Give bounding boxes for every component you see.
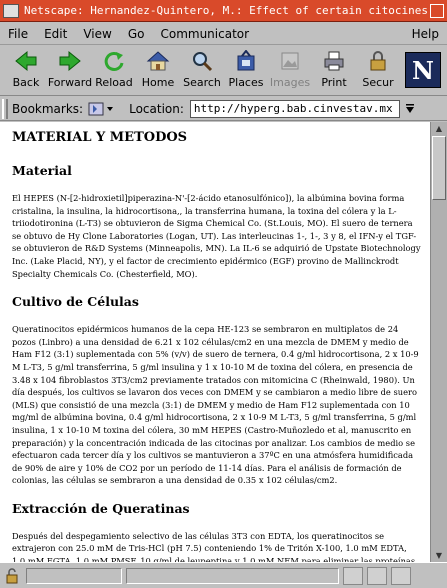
menu-bar: File Edit View Go Communicator Help [0,23,447,45]
minimize-button[interactable] [430,3,444,18]
menu-edit[interactable]: Edit [36,27,75,41]
progress-field [26,567,122,584]
netscape-logo[interactable]: N [405,52,441,88]
places-button[interactable]: Places [224,46,268,94]
navigation-toolbar: Back Forward Reload Home Search Places I… [0,46,447,96]
menu-communicator[interactable]: Communicator [152,27,257,41]
print-icon [321,49,347,73]
forward-button[interactable]: Forward [48,46,92,94]
menu-go[interactable]: Go [120,27,153,41]
menu-file[interactable]: File [0,27,36,41]
reload-icon [101,49,127,73]
bookmarks-label: Bookmarks: [12,101,84,116]
search-button[interactable]: Search [180,46,224,94]
component-dock [343,566,443,586]
toolbar-grip[interactable] [2,98,8,119]
location-bar: Bookmarks: Location: http://hyperg.bab.c… [0,97,447,121]
bookmarks-button[interactable] [87,100,119,118]
section-title: Cultivo de Células [12,294,139,310]
search-icon [189,49,215,73]
scroll-up-icon[interactable]: ▲ [432,122,446,135]
window-title: Netscape: Hernandez-Quintero, M.: Effect… [24,3,430,17]
security-lock-icon[interactable] [4,567,22,584]
page-content: MATERIAL Y METODOS Material El HEPES (N-… [0,122,430,562]
security-button[interactable]: Secur [356,46,400,94]
back-button[interactable]: Back [4,46,48,94]
chevron-down-icon [405,103,414,113]
composer-dock-icon[interactable] [391,566,411,585]
menu-view[interactable]: View [75,27,119,41]
images-label: Images [269,76,311,89]
window-titlebar[interactable]: Netscape: Hernandez-Quintero, M.: Effect… [0,0,447,22]
url-input[interactable]: http://hyperg.bab.cinvestav.mx [189,99,400,118]
url-dropdown-button[interactable] [402,100,418,118]
places-label: Places [228,76,264,89]
search-label: Search [183,76,221,89]
forward-label: Forward [47,76,93,89]
status-bar [0,562,447,588]
bookmark-icon [88,102,114,115]
images-button[interactable]: Images [268,46,312,94]
security-label: Secur [362,76,394,89]
section-paragraph: Queratinocitos epidérmicos humanos de la… [12,324,419,486]
page-heading: MATERIAL Y METODOS [12,130,188,145]
images-icon [277,49,303,73]
menu-help[interactable]: Help [404,27,447,41]
security-icon [365,49,391,73]
back-label: Back [12,76,40,89]
window-menu-button[interactable] [3,3,19,18]
places-icon [233,49,259,73]
back-arrow-icon [13,49,39,73]
section-paragraph: Después del despegamiento selectivo de l… [12,530,416,562]
home-icon [145,49,171,73]
reload-label: Reload [95,76,133,89]
vertical-scrollbar[interactable]: ▲ ▼ [430,122,447,562]
scrollbar-thumb[interactable] [432,136,446,200]
location-label: Location: [129,101,184,116]
print-label: Print [321,76,347,89]
mail-dock-icon[interactable] [367,566,387,585]
home-button[interactable]: Home [136,46,180,94]
section-title: Extracción de Queratinas [12,500,190,516]
section-title: Material [12,163,72,178]
print-button[interactable]: Print [312,46,356,94]
reload-button[interactable]: Reload [92,46,136,94]
section-paragraph: El HEPES (N-[2-hidroxietil]piperazina-N'… [12,193,421,279]
scroll-down-icon[interactable]: ▼ [432,549,446,562]
home-label: Home [141,76,175,89]
forward-arrow-icon [57,49,83,73]
status-message-field [126,567,339,584]
navigator-dock-icon[interactable] [343,566,363,585]
